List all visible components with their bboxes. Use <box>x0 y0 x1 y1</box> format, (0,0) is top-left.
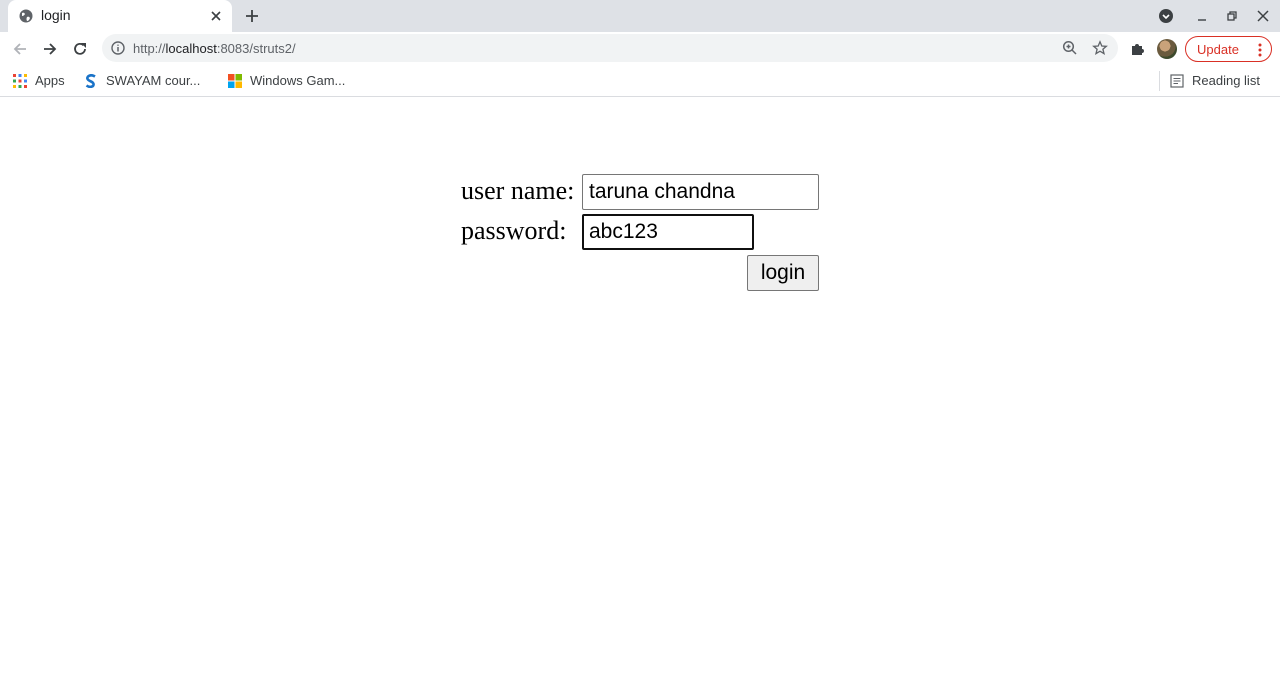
minimize-icon[interactable] <box>1194 8 1210 24</box>
login-form: user name: password: login <box>461 174 821 294</box>
password-label: password: <box>461 216 567 245</box>
apps-grid-icon <box>13 74 27 88</box>
more-menu-icon <box>1258 43 1262 57</box>
reload-icon[interactable] <box>71 40 89 58</box>
url-scheme: http:// <box>133 41 166 56</box>
windows-logo-icon <box>228 74 242 88</box>
bookmark-swayam[interactable]: SWAYAM cour... <box>84 72 214 90</box>
bookmark-star-icon[interactable] <box>1092 40 1108 56</box>
forward-icon[interactable] <box>41 40 59 58</box>
tab-strip: login <box>0 0 1280 32</box>
tab-login[interactable]: login <box>8 0 232 32</box>
new-tab-icon[interactable] <box>244 8 260 24</box>
tab-title: login <box>41 7 71 23</box>
bookmark-label: SWAYAM cour... <box>106 73 201 88</box>
bookmark-apps[interactable]: Apps <box>13 72 73 90</box>
username-input[interactable] <box>582 174 819 210</box>
browser-toolbar: http://localhost:8083/struts2/ Update <box>0 32 1280 66</box>
back-icon[interactable] <box>11 40 29 58</box>
bookmark-label: Apps <box>35 73 65 88</box>
bookmarks-bar: Apps SWAYAM cour... Windows Gam... Readi… <box>0 66 1280 97</box>
swayam-icon <box>85 74 96 88</box>
close-tab-icon[interactable] <box>208 8 224 24</box>
extensions-puzzle-icon[interactable] <box>1129 40 1146 57</box>
url-path: :8083/struts2/ <box>216 41 296 56</box>
url-host: localhost <box>165 41 217 56</box>
zoom-icon[interactable] <box>1062 40 1078 56</box>
bookmarks-divider <box>1159 71 1160 91</box>
restore-icon[interactable] <box>1224 8 1240 24</box>
url-text[interactable]: http://localhost:8083/struts2/ <box>133 41 296 56</box>
address-bar[interactable]: http://localhost:8083/struts2/ <box>102 34 1118 62</box>
update-button[interactable]: Update <box>1185 36 1272 62</box>
login-button[interactable]: login <box>747 255 819 291</box>
username-label: user name: <box>461 176 575 205</box>
bookmark-label: Windows Gam... <box>250 73 346 88</box>
tab-search-icon[interactable] <box>1158 8 1174 24</box>
update-label: Update <box>1197 42 1239 57</box>
reading-list-button[interactable]: Reading list <box>1170 72 1274 90</box>
password-input[interactable] <box>582 214 754 250</box>
site-info-icon[interactable] <box>111 41 125 55</box>
profile-avatar[interactable] <box>1157 39 1177 59</box>
close-window-icon[interactable] <box>1255 8 1271 24</box>
bookmark-windows-games[interactable]: Windows Gam... <box>228 72 363 90</box>
globe-icon <box>19 9 33 23</box>
reading-list-icon <box>1170 74 1184 88</box>
reading-list-label: Reading list <box>1192 73 1260 88</box>
